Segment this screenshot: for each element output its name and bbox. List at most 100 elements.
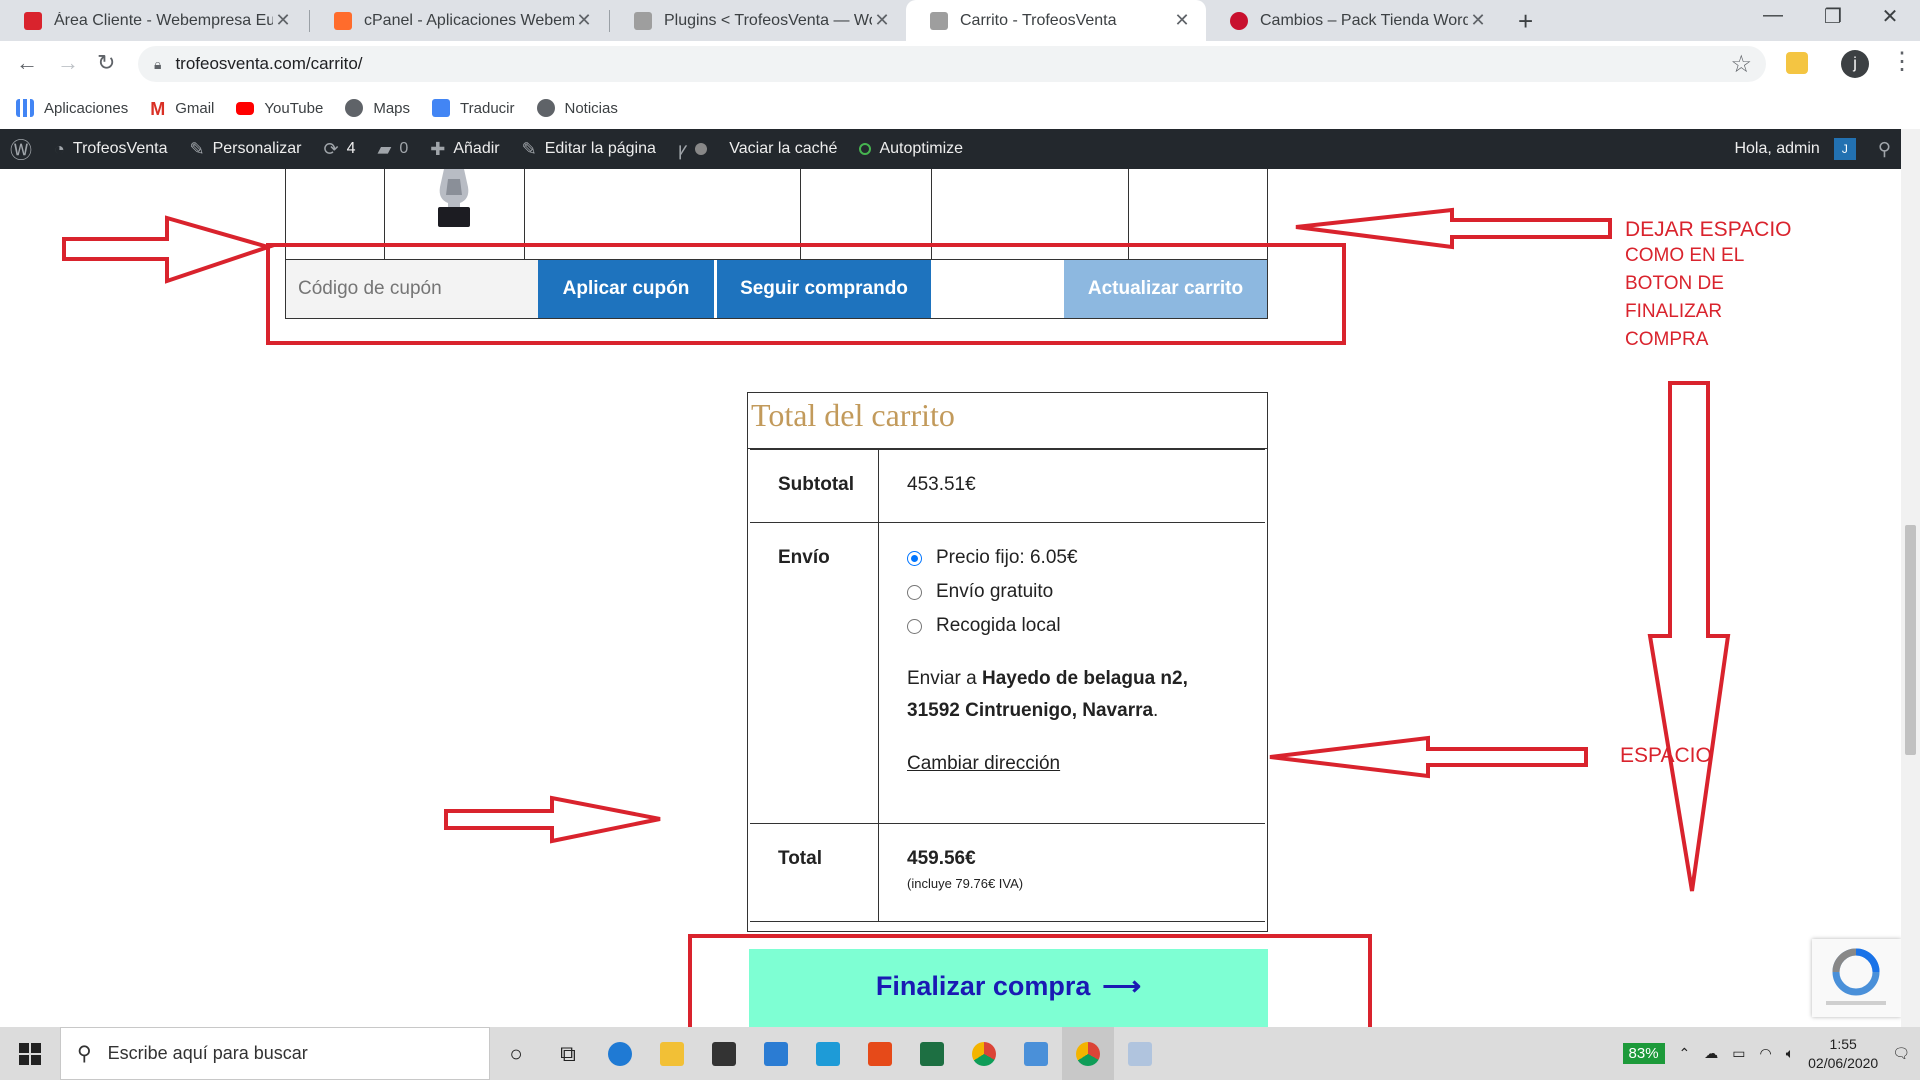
checkout-button[interactable]: Finalizar compra ⟶ — [749, 949, 1268, 1027]
excel-icon[interactable] — [906, 1027, 958, 1080]
tab-carrito[interactable]: Carrito - TrofeosVenta ✕ — [906, 0, 1206, 41]
apply-coupon-button[interactable]: Aplicar cupón — [538, 260, 714, 318]
taskbar-search-input[interactable]: ⚲ Escribe aquí para buscar — [60, 1027, 490, 1080]
wp-clear-cache[interactable]: Vaciar la caché — [729, 140, 837, 158]
close-tab-icon[interactable]: ✕ — [1172, 10, 1192, 31]
user-avatar[interactable]: J — [1833, 138, 1856, 160]
update-cart-button[interactable]: Actualizar carrito — [1064, 260, 1267, 318]
shipping-option-flat-rate[interactable]: Precio fijo: 6.05€ — [907, 547, 1265, 569]
change-address-link[interactable]: Cambiar dirección — [907, 753, 1060, 775]
product-thumbnail[interactable] — [430, 169, 478, 229]
apps-grid-icon — [16, 99, 34, 117]
cortana-icon[interactable]: ○ — [490, 1027, 542, 1080]
wp-add-new[interactable]: ✚ Añadir — [430, 139, 499, 160]
close-tab-icon[interactable]: ✕ — [872, 10, 892, 31]
shipping-option-label: Recogida local — [936, 615, 1061, 636]
store-icon[interactable] — [698, 1027, 750, 1080]
bookmark-traducir[interactable]: Traducir — [432, 99, 515, 117]
profile-avatar[interactable]: j — [1841, 50, 1869, 78]
chrome-icon[interactable] — [958, 1027, 1010, 1080]
translate-icon — [432, 99, 451, 117]
tab-cambios[interactable]: Cambios – Pack Tienda WordPre ✕ — [1206, 0, 1502, 41]
close-tab-icon[interactable]: ✕ — [273, 10, 293, 31]
annotation-arrow-left-bottom — [1269, 735, 1588, 779]
onedrive-icon[interactable]: ☁ — [1704, 1045, 1718, 1062]
tab-title: Cambios – Pack Tienda WordPre — [1260, 11, 1468, 29]
file-manager-icon[interactable] — [1010, 1027, 1062, 1080]
wp-site-name[interactable]: ◔ TrofeosVenta — [54, 139, 167, 160]
edge-icon[interactable] — [594, 1027, 646, 1080]
forward-icon[interactable]: → — [57, 50, 79, 76]
close-tab-icon[interactable]: ✕ — [574, 10, 594, 31]
close-window-icon[interactable]: ✕ — [1862, 4, 1918, 29]
chrome-active-icon[interactable] — [1062, 1027, 1114, 1080]
annotation-arrow-right-bottom — [444, 795, 661, 844]
browser-menu-icon[interactable]: ⋮ — [1890, 47, 1914, 76]
address-bar[interactable]: 🔒︎ trofeosventa.com/carrito/ ☆ — [138, 46, 1766, 82]
shipping-option-pickup[interactable]: Recogida local — [907, 615, 1265, 637]
task-view-icon[interactable]: ⧉ — [542, 1027, 594, 1080]
office-icon[interactable] — [854, 1027, 906, 1080]
continue-shopping-button[interactable]: Seguir comprando — [717, 260, 931, 318]
bookmark-gmail[interactable]: M Gmail — [150, 99, 214, 119]
annotation-note-line: COMO EN EL — [1625, 245, 1745, 266]
minimize-icon[interactable]: — — [1745, 4, 1801, 27]
wp-comments[interactable]: ▰ 0 — [378, 139, 409, 160]
wp-customize[interactable]: ✎ Personalizar — [189, 139, 301, 160]
bookmark-label: Noticias — [564, 99, 618, 117]
taskbar-clock[interactable]: 1:55 02/06/2020 — [1808, 1035, 1878, 1073]
search-icon[interactable]: ⚲ — [1878, 139, 1891, 160]
start-button[interactable] — [0, 1027, 60, 1080]
radio-selected-icon[interactable] — [907, 550, 922, 566]
wp-admin-bar: Ⓦ ◔ TrofeosVenta ✎ Personalizar ⟳ 4 ▰ 0 … — [0, 129, 1901, 169]
annotation-space-label: ESPACIO — [1620, 744, 1712, 767]
recaptcha-badge[interactable] — [1812, 939, 1901, 1017]
battery-indicator[interactable]: 83% — [1622, 1043, 1665, 1064]
file-explorer-icon[interactable] — [646, 1027, 698, 1080]
annotation-arrow-down — [1647, 381, 1731, 892]
restore-icon[interactable]: ❐ — [1805, 4, 1861, 29]
globe-icon — [345, 99, 364, 117]
comment-icon: ▰ — [377, 138, 392, 159]
close-tab-icon[interactable]: ✕ — [1468, 10, 1488, 31]
wp-edit-page[interactable]: ✎ Editar la página — [522, 139, 656, 160]
l-app-icon[interactable] — [802, 1027, 854, 1080]
tab-plugins[interactable]: Plugins < TrofeosVenta — WordP ✕ — [610, 0, 906, 41]
tab-cpanel[interactable]: cPanel - Aplicaciones Webempre ✕ — [310, 0, 608, 41]
bookmark-label: YouTube — [264, 99, 324, 117]
bookmark-star-icon[interactable]: ☆ — [1730, 50, 1752, 79]
bookmark-noticias[interactable]: Noticias — [536, 99, 618, 117]
bookmark-aplicaciones[interactable]: Aplicaciones — [16, 99, 128, 117]
battery-icon[interactable]: ▭ — [1732, 1045, 1745, 1062]
wp-yoast[interactable]: ꝩ — [678, 137, 708, 161]
bookmark-label: Traducir — [460, 99, 515, 117]
back-icon[interactable]: ← — [16, 50, 38, 76]
cart-actions-row: Aplicar cupón Seguir comprando Actualiza… — [285, 259, 1268, 319]
new-tab-button[interactable]: + — [1518, 6, 1533, 37]
shipping-option-free[interactable]: Envío gratuito — [907, 581, 1265, 603]
scroll-thumb[interactable] — [1905, 525, 1916, 755]
total-value: 459.56€ — [907, 848, 976, 869]
clock-date: 02/06/2020 — [1808, 1054, 1879, 1071]
notifications-icon[interactable]: 🗨︎ — [1892, 1045, 1910, 1062]
radio-icon[interactable] — [907, 618, 922, 634]
tab-area-cliente[interactable]: Área Cliente - Webempresa Euro ✕ — [0, 0, 307, 41]
wp-logo-menu[interactable]: Ⓦ — [10, 133, 32, 165]
radio-icon[interactable] — [907, 584, 922, 600]
wifi-icon[interactable]: ◠ — [1760, 1045, 1772, 1062]
wp-updates[interactable]: ⟳ 4 — [324, 139, 356, 160]
chevron-up-icon[interactable]: ⌃ — [1679, 1045, 1691, 1062]
account-greeting[interactable]: Hola, admin — [1734, 140, 1819, 158]
extension-icon[interactable] — [1786, 52, 1808, 74]
volume-icon[interactable]: 🔈︎ — [1786, 1045, 1794, 1062]
browser-toolbar: ← → ↻ 🔒︎ trofeosventa.com/carrito/ ☆ j ⋮ — [0, 41, 1920, 87]
paint-icon[interactable] — [1114, 1027, 1166, 1080]
wp-autoptimize[interactable]: Autoptimize — [859, 140, 963, 158]
coupon-code-input[interactable] — [286, 260, 538, 318]
page-scrollbar[interactable] — [1901, 129, 1920, 1027]
url-text: trofeosventa.com/carrito/ — [175, 54, 363, 73]
bookmark-youtube[interactable]: YouTube — [236, 100, 323, 117]
reload-icon[interactable]: ↻ — [97, 50, 115, 76]
bookmark-maps[interactable]: Maps — [345, 99, 410, 117]
mail-icon[interactable] — [750, 1027, 802, 1080]
